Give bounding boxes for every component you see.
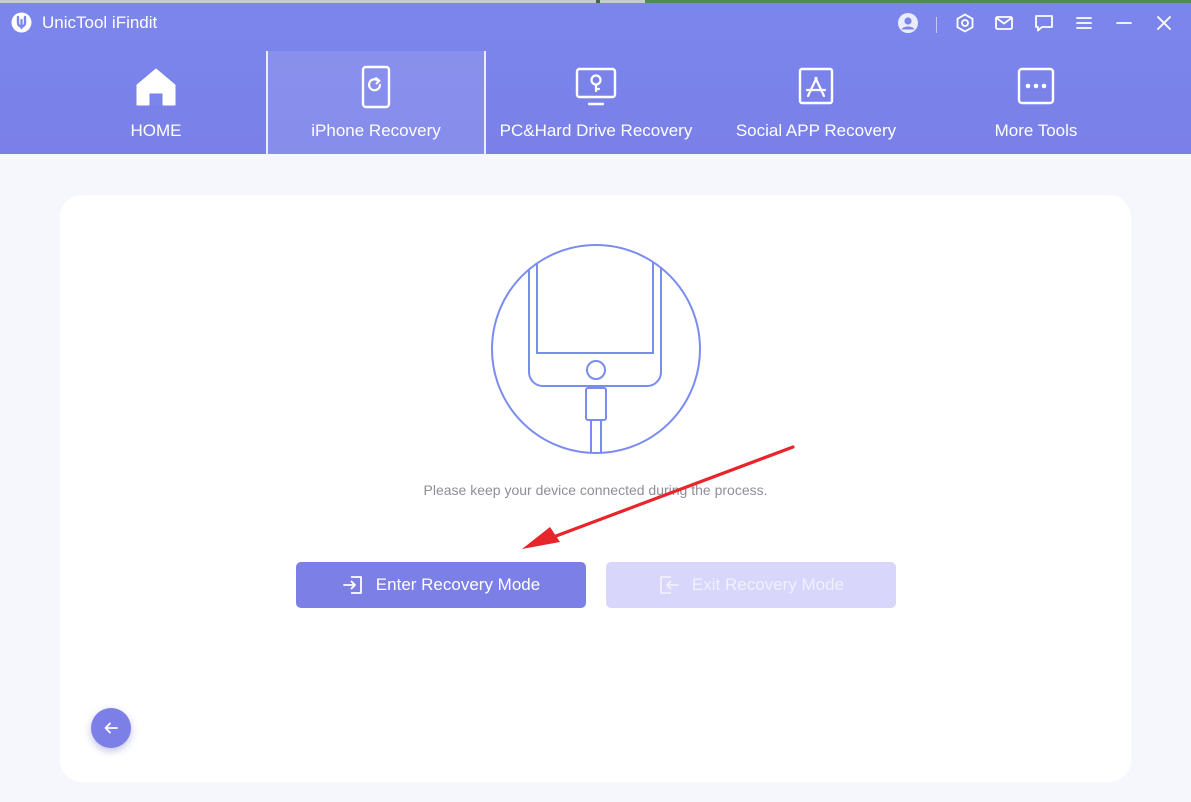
recovery-mode-panel: Please keep your device connected during… (60, 195, 1131, 782)
tab-iphone-recovery[interactable]: iPhone Recovery (268, 51, 484, 154)
back-button[interactable] (91, 708, 131, 748)
account-icon[interactable] (896, 11, 920, 35)
close-icon[interactable] (1152, 11, 1176, 35)
home-icon (136, 68, 176, 106)
iphone-refresh-icon (361, 65, 391, 109)
enter-recovery-mode-label: Enter Recovery Mode (375, 575, 541, 594)
iphone-connected-illustration (491, 244, 701, 454)
tab-social-app-recovery[interactable]: Social APP Recovery (706, 51, 926, 154)
pc-drive-icon (575, 67, 617, 106)
app-title: UnicTool iFindit (42, 13, 158, 32)
tab-label: iPhone Recovery (311, 121, 441, 140)
tab-home[interactable]: HOME (46, 51, 266, 154)
arrow-left-icon (104, 722, 118, 734)
minimize-icon[interactable] (1112, 11, 1136, 35)
exit-recovery-mode-button[interactable]: Exit Recovery Mode (606, 562, 896, 608)
tab-pc-hard-drive-recovery[interactable]: PC&Hard Drive Recovery (486, 51, 706, 154)
app-header: UnicTool iFindit HOME iPhone Recovery PC… (0, 3, 1191, 154)
app-store-icon (798, 67, 834, 105)
tab-label: HOME (130, 121, 182, 140)
settings-icon[interactable] (953, 11, 977, 35)
connection-hint: Please keep your device connected during… (423, 482, 768, 498)
toolbar-separator (936, 17, 937, 33)
tab-label: More Tools (994, 121, 1078, 140)
exit-recovery-mode-label: Exit Recovery Mode (691, 575, 845, 594)
tab-label: Social APP Recovery (735, 121, 897, 140)
more-tools-icon (1017, 67, 1055, 105)
menu-icon[interactable] (1072, 11, 1096, 35)
feedback-icon[interactable] (1032, 11, 1056, 35)
exit-icon (660, 576, 679, 594)
app-logo-icon (11, 12, 32, 33)
enter-icon (342, 576, 362, 594)
tab-label: PC&Hard Drive Recovery (499, 121, 693, 140)
tab-more-tools[interactable]: More Tools (926, 51, 1146, 154)
enter-recovery-mode-button[interactable]: Enter Recovery Mode (296, 562, 586, 608)
mail-icon[interactable] (992, 11, 1016, 35)
